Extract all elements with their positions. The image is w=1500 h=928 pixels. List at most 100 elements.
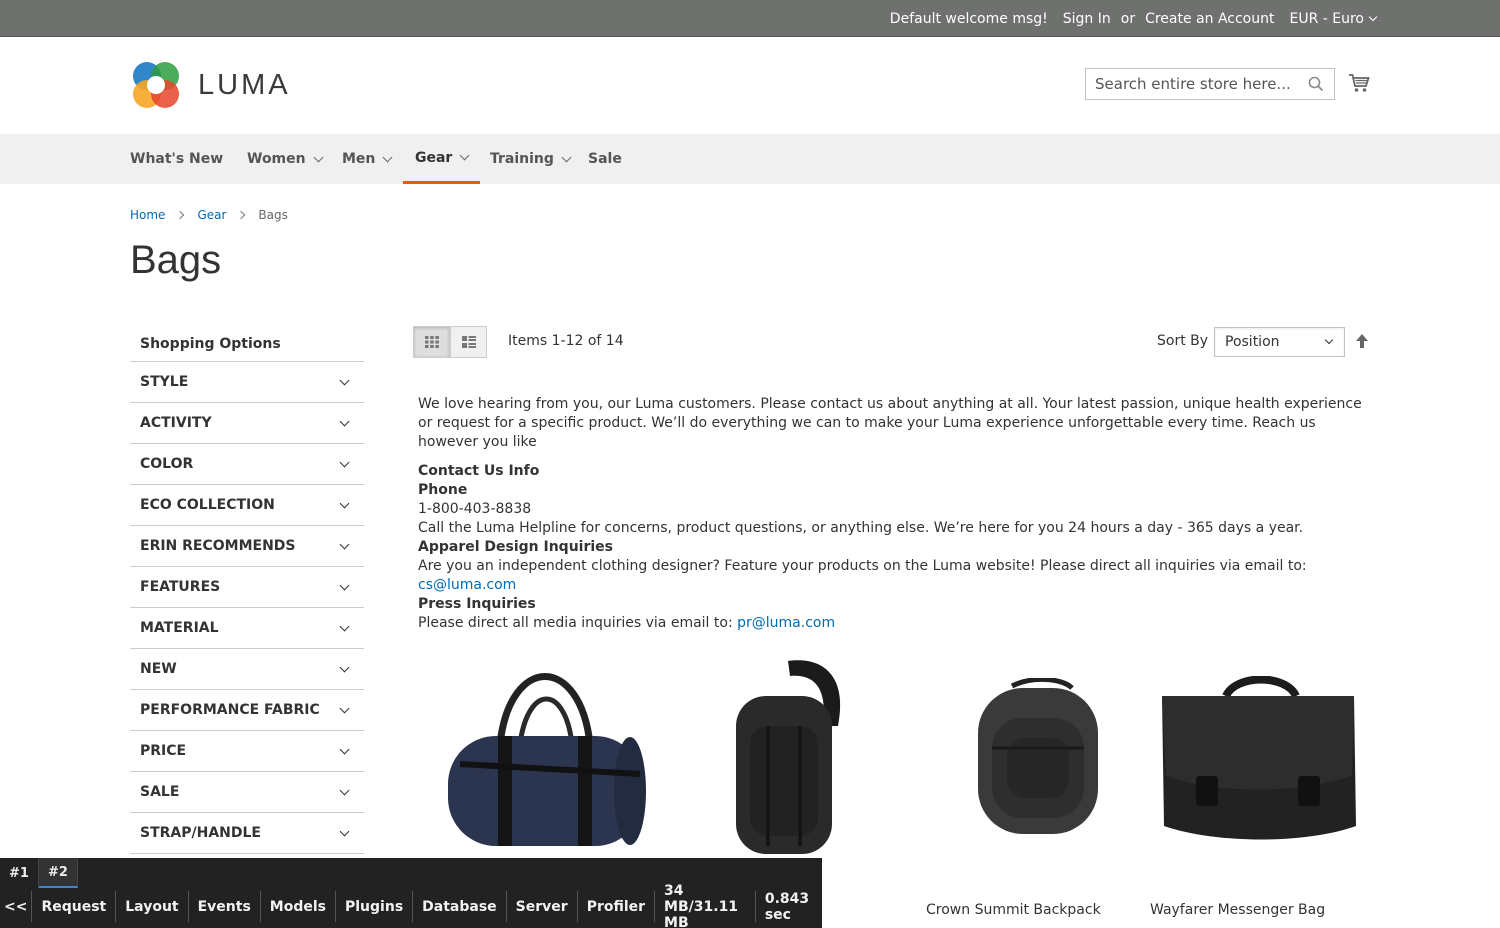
filter-erin-recommends[interactable]: ERIN RECOMMENDS: [130, 526, 364, 567]
debug-menu-plugins[interactable]: Plugins: [335, 891, 412, 922]
apparel-title: Apparel Design Inquiries: [418, 538, 1370, 557]
debug-execution-time: 0.843 sec: [754, 891, 822, 923]
nav-training[interactable]: Training: [490, 134, 572, 184]
search-icon[interactable]: [1308, 76, 1324, 92]
debug-menu-layout[interactable]: Layout: [115, 891, 187, 922]
nav-label: Men: [342, 151, 376, 167]
breadcrumb-separator-icon: [237, 210, 246, 220]
filter-strap-handle[interactable]: STRAP/HANDLE: [130, 813, 364, 854]
phone-title-text: Phone: [418, 482, 468, 498]
filter-label: COLOR: [140, 456, 194, 472]
welcome-message: Default welcome msg!: [889, 10, 1048, 27]
filter-performance-fabric[interactable]: PERFORMANCE FABRIC: [130, 690, 364, 731]
create-account-link[interactable]: Create an Account: [1145, 11, 1274, 27]
breadcrumb-gear[interactable]: Gear: [197, 208, 226, 222]
apparel-description: Are you an independent clothing designer…: [418, 557, 1370, 595]
nav-gear[interactable]: Gear: [403, 134, 481, 184]
filter-material[interactable]: MATERIAL: [130, 608, 364, 649]
top-panel: Default welcome msg! Sign In or Create a…: [0, 0, 1500, 37]
debug-menu-request[interactable]: Request: [31, 891, 115, 922]
filter-activity[interactable]: ACTIVITY: [130, 403, 364, 444]
nav-men[interactable]: Men: [342, 134, 393, 184]
filter-label: ERIN RECOMMENDS: [140, 538, 296, 554]
debug-memory-usage: 34 MB/31.11 MB: [654, 883, 755, 928]
filter-eco-collection[interactable]: ECO COLLECTION: [130, 485, 364, 526]
filter-label: SALE: [140, 784, 180, 800]
shopping-options-title: Shopping Options: [130, 324, 364, 362]
logo[interactable]: LUMA: [130, 59, 310, 111]
product-image-sling-pack[interactable]: [728, 656, 848, 858]
debug-menu-models[interactable]: Models: [259, 891, 335, 922]
main-navigation: What's New Women Men Gear Training Sale: [0, 134, 1500, 184]
press-description: Please direct all media inquiries via em…: [418, 614, 1370, 633]
sign-in-link[interactable]: Sign In: [1063, 11, 1111, 27]
sort-direction-arrow-icon[interactable]: [1355, 333, 1369, 349]
chevron-down-icon: [339, 826, 350, 836]
debug-menu-events[interactable]: Events: [187, 891, 260, 922]
chevron-down-icon: [339, 621, 350, 631]
filter-label: STRAP/HANDLE: [140, 825, 261, 841]
product-image-crown-summit-backpack[interactable]: [972, 678, 1104, 838]
breadcrumb-home[interactable]: Home: [130, 208, 165, 222]
press-title-text: Press Inquiries: [418, 596, 536, 612]
product-image-duffle-bag[interactable]: [440, 664, 650, 854]
filter-features[interactable]: FEATURES: [130, 567, 364, 608]
chevron-down-icon: [313, 152, 324, 162]
or-text: or: [1120, 10, 1136, 27]
filter-label: ACTIVITY: [140, 415, 212, 431]
list-mode-button[interactable]: [450, 326, 487, 358]
cart-icon[interactable]: [1348, 72, 1370, 94]
intro-text: We love hearing from you, our Luma custo…: [418, 396, 1362, 450]
filter-new[interactable]: NEW: [130, 649, 364, 690]
breadcrumb-current: Bags: [258, 208, 288, 222]
filter-price[interactable]: PRICE: [130, 731, 364, 772]
chevron-down-icon: [339, 703, 350, 713]
filter-sale[interactable]: SALE: [130, 772, 364, 813]
press-text: Please direct all media inquiries via em…: [418, 615, 738, 631]
press-email-link[interactable]: pr@luma.com: [737, 615, 835, 631]
debug-menu-server[interactable]: Server: [505, 891, 577, 922]
sort-by-select[interactable]: Position: [1214, 327, 1345, 357]
chevron-down-icon: [339, 457, 350, 467]
filter-label: PRICE: [140, 743, 187, 759]
luma-logo-icon: [133, 62, 179, 108]
nav-label: Training: [490, 151, 554, 167]
grid-mode-button[interactable]: [413, 326, 450, 358]
product-name-crown-summit-backpack[interactable]: Crown Summit Backpack: [926, 902, 1101, 918]
debug-tabs: #1 #2: [0, 858, 78, 888]
product-image-wayfarer-messenger-bag[interactable]: [1156, 676, 1360, 844]
filter-label: PERFORMANCE FABRIC: [140, 702, 320, 718]
toolbar-amount: Items 1-12 of 14: [508, 333, 624, 349]
apparel-email-link[interactable]: cs@luma.com: [418, 577, 516, 593]
debug-tab-2[interactable]: #2: [38, 858, 78, 888]
breadcrumb: Home Gear Bags: [130, 208, 288, 222]
chevron-down-icon: [339, 744, 350, 754]
nav-whats-new[interactable]: What's New: [130, 134, 223, 184]
contact-title-text: Contact Us Info: [418, 463, 540, 479]
debug-tab-1[interactable]: #1: [0, 858, 39, 888]
filter-color[interactable]: COLOR: [130, 444, 364, 485]
filter-label: NEW: [140, 661, 177, 677]
phone-title: Phone: [418, 481, 1370, 500]
chevron-down-icon: [459, 150, 470, 161]
debug-collapse-toggle[interactable]: <<: [0, 891, 31, 922]
nav-sale[interactable]: Sale: [588, 134, 622, 184]
currency-label: EUR - Euro: [1289, 10, 1364, 27]
debug-menu-database[interactable]: Database: [412, 891, 506, 922]
nav-women[interactable]: Women: [247, 134, 324, 184]
search-input[interactable]: [1086, 69, 1296, 99]
currency-switcher[interactable]: EUR - Euro: [1289, 10, 1378, 27]
nav-label: What's New: [130, 151, 224, 167]
phone-number: 1-800-403-8838: [418, 501, 532, 517]
apparel-text: Are you an independent clothing designer…: [418, 558, 1307, 574]
product-name-wayfarer-messenger-bag[interactable]: Wayfarer Messenger Bag: [1150, 902, 1325, 918]
contact-title: Contact Us Info: [418, 462, 1370, 481]
debug-menu-profiler[interactable]: Profiler: [576, 891, 654, 922]
chevron-down-icon: [339, 785, 350, 795]
filter-style[interactable]: STYLE: [130, 362, 364, 403]
chevron-down-icon: [339, 539, 350, 549]
header-links: Default welcome msg! Sign In or Create a…: [889, 0, 1378, 37]
search-box: [1085, 68, 1335, 100]
grid-icon: [424, 336, 439, 348]
sort-by-value: Position: [1225, 334, 1280, 350]
